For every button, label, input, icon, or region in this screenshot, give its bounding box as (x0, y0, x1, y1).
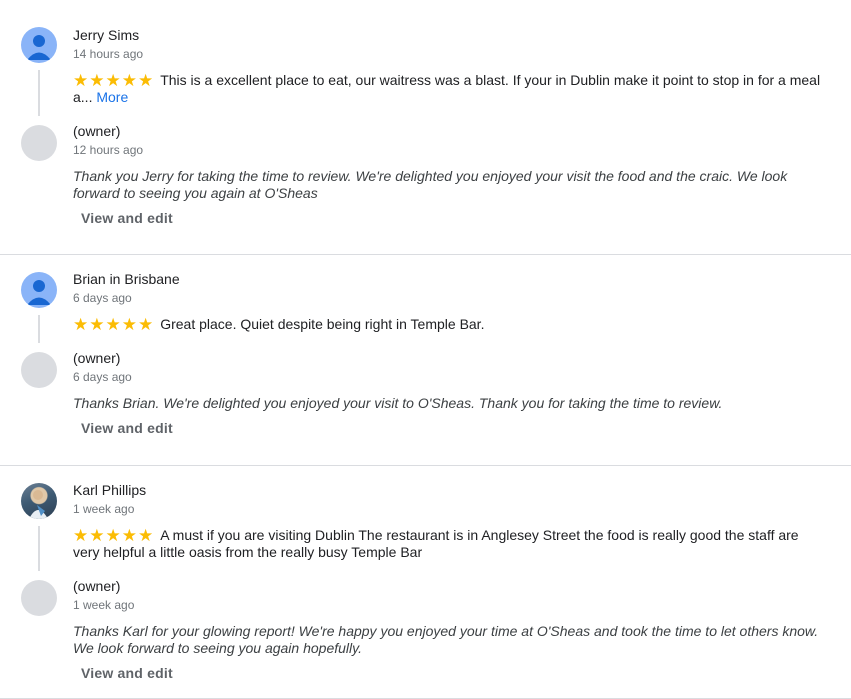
avatar[interactable] (21, 27, 57, 63)
review-text-block: ★★★★★ This is a excellent place to eat, o… (73, 72, 821, 106)
owner-reply-time: 1 week ago (73, 598, 135, 612)
owner-reply-text: Thanks Brian. We're delighted you enjoye… (73, 395, 723, 411)
review-text: This is a excellent place to eat, our wa… (73, 72, 821, 105)
more-link[interactable]: More (96, 89, 128, 105)
view-and-edit-button[interactable]: View and edit (81, 665, 173, 681)
owner-label: (owner) (73, 578, 121, 594)
review-text-block: ★★★★★ A must if you are visiting Dublin T… (73, 527, 821, 561)
view-and-edit-button[interactable]: View and edit (81, 210, 173, 226)
review-content: Brian in Brisbane 6 days ago ★★★★★ Great … (73, 255, 821, 438)
review-card: Brian in Brisbane 6 days ago ★★★★★ Great … (0, 255, 851, 466)
star-rating: ★★★★★ (73, 526, 155, 545)
review-time: 14 hours ago (73, 47, 144, 61)
reviewer-name[interactable]: Karl Phillips (73, 466, 821, 500)
avatar[interactable] (21, 483, 57, 519)
profile-photo-icon (29, 490, 48, 519)
person-icon (27, 280, 51, 305)
avatar[interactable] (21, 272, 57, 308)
reviewer-name[interactable]: Jerry Sims (73, 0, 821, 45)
review-card: Karl Phillips 1 week ago ★★★★★ A must if … (0, 466, 851, 699)
thread-line (38, 70, 40, 116)
review-content: Karl Phillips 1 week ago ★★★★★ A must if … (73, 466, 821, 683)
owner-label: (owner) (73, 123, 121, 139)
review-time: 6 days ago (73, 291, 132, 305)
thread-line (38, 526, 40, 571)
review-card: Jerry Sims 14 hours ago ★★★★★ This is a e… (0, 0, 851, 255)
owner-avatar (21, 352, 57, 388)
review-text: Great place. Quiet despite being right i… (160, 316, 485, 332)
review-time: 1 week ago (73, 502, 135, 516)
view-and-edit-button[interactable]: View and edit (81, 420, 173, 436)
star-rating: ★★★★★ (73, 71, 155, 90)
edit-row: View and edit (73, 420, 821, 438)
owner-label: (owner) (73, 350, 121, 366)
owner-reply-text: Thanks Karl for your glowing report! We'… (73, 623, 819, 656)
owner-reply-time: 6 days ago (73, 370, 132, 384)
edit-row: View and edit (73, 210, 821, 228)
owner-reply-time: 12 hours ago (73, 143, 144, 157)
reviewer-name[interactable]: Brian in Brisbane (73, 255, 821, 289)
owner-reply-text: Thank you Jerry for taking the time to r… (73, 168, 788, 201)
star-rating: ★★★★★ (73, 315, 155, 334)
thread-line (38, 315, 40, 343)
edit-row: View and edit (73, 665, 821, 683)
owner-avatar (21, 125, 57, 161)
review-text-block: ★★★★★ Great place. Quiet despite being ri… (73, 316, 821, 333)
review-text: A must if you are visiting Dublin The re… (73, 527, 799, 560)
owner-avatar (21, 580, 57, 616)
review-content: Jerry Sims 14 hours ago ★★★★★ This is a e… (73, 0, 821, 228)
person-icon (27, 35, 51, 60)
